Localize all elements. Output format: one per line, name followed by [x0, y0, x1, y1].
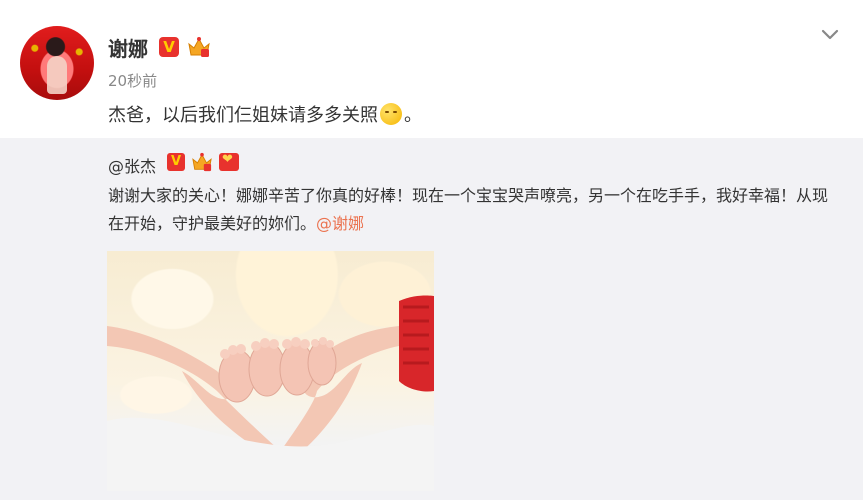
crown-badge-icon — [192, 152, 212, 172]
post-photo[interactable] — [107, 251, 434, 491]
verified-v-badge-icon: V — [159, 37, 179, 57]
avatar[interactable] — [20, 26, 94, 100]
crown-badge-icon — [188, 37, 210, 57]
post-text: 杰爸，以后我们仨姐妹请多多关照 。 — [108, 101, 422, 127]
repost-body: 谢谢大家的关心！娜娜辛苦了你真的好棒！现在一个宝宝哭声嘹亮，另一个在吃手手，我好… — [108, 186, 829, 233]
post-text-main: 杰爸，以后我们仨姐妹请多多关照 — [108, 105, 378, 126]
post-text-end: 。 — [404, 105, 422, 126]
repost-username-link[interactable]: @张杰 — [108, 153, 156, 177]
chevron-down-icon[interactable] — [820, 24, 840, 44]
hands-and-baby-feet-illustration — [107, 295, 434, 491]
repost-container: @张杰 V 谢谢大家的关心！娜娜辛苦了你真的好棒！现在一个宝宝哭声嘹亮，另一个在… — [0, 138, 863, 500]
verified-v-badge-icon: V — [167, 153, 185, 171]
post-header-area: 谢娜 V 20秒前 杰爸，以后我们仨姐妹请多多关照 。 — [0, 0, 863, 138]
mention-link[interactable]: @谢娜 — [316, 214, 364, 233]
username[interactable]: 谢娜 — [108, 33, 148, 62]
heart-badge-icon — [219, 152, 239, 171]
repost-text: 谢谢大家的关心！娜娜辛苦了你真的好棒！现在一个宝宝哭声嘹亮，另一个在吃手手，我好… — [108, 182, 843, 238]
post-timestamp[interactable]: 20秒前 — [108, 70, 157, 91]
hug-emoji-icon — [380, 103, 402, 125]
